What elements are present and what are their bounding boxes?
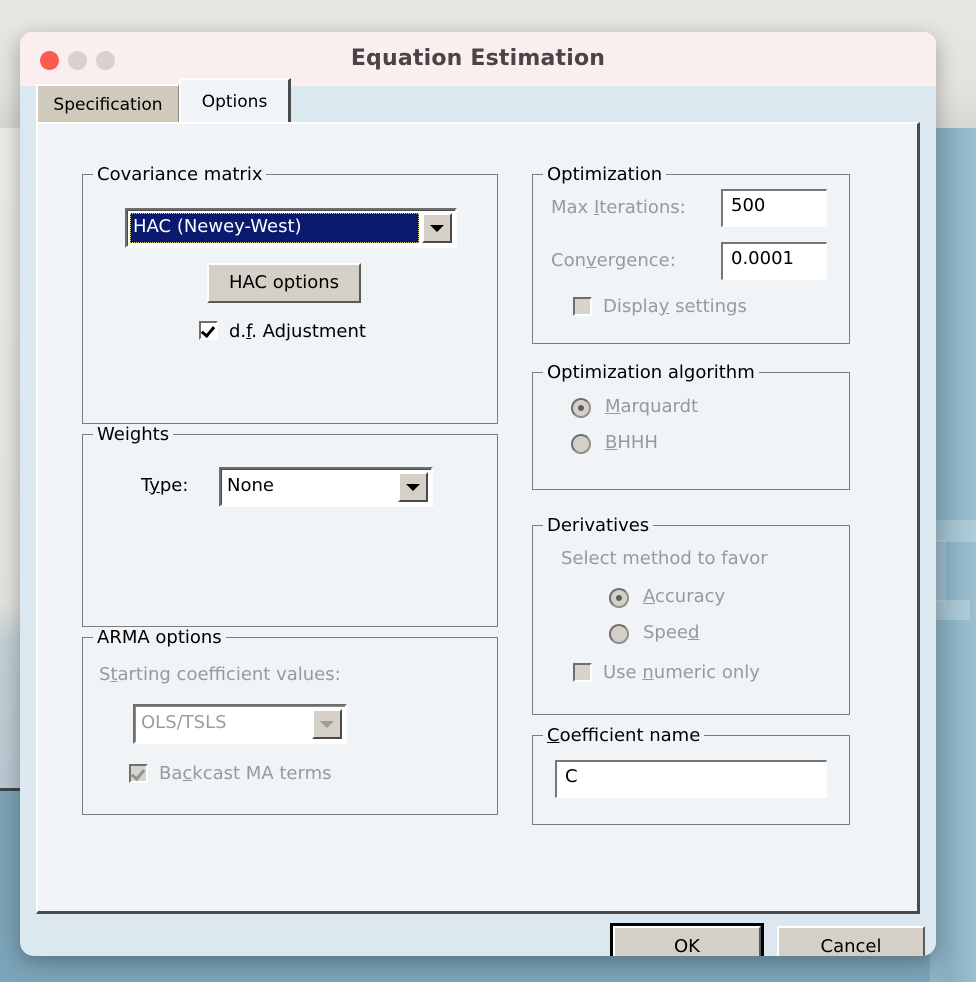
group-label-derivatives: Derivatives	[543, 515, 654, 536]
background-shape-3	[936, 540, 946, 602]
tab-specification[interactable]: Specification	[36, 84, 179, 122]
chevron-down-icon	[312, 709, 342, 739]
options-content: Covariance matrix HAC (Newey-West) HAC o…	[36, 122, 920, 914]
radio-accuracy-label: Accuracy	[643, 586, 726, 607]
radio-bhhh-label: BHHH	[605, 432, 658, 453]
group-label-weights: Weights	[93, 424, 174, 445]
group-optimization: Optimization Max Iterations: 500 Converg…	[532, 164, 850, 344]
chevron-down-icon[interactable]	[422, 213, 452, 243]
radio-speed-label: Speed	[643, 622, 700, 643]
arma-starting-values-label: Starting coefficient values:	[99, 664, 341, 685]
radio-marquardt-label: Marquardt	[605, 396, 699, 417]
weights-type-label: Type:	[141, 475, 189, 496]
tab-options[interactable]: Options	[179, 78, 291, 124]
radio-bhhh	[571, 434, 591, 454]
group-label-covariance-matrix: Covariance matrix	[93, 164, 267, 185]
group-covariance-matrix: Covariance matrix HAC (Newey-West) HAC o…	[82, 164, 498, 424]
cancel-button[interactable]: Cancel	[777, 926, 925, 956]
group-derivatives: Derivatives Select method to favor Accur…	[532, 515, 850, 715]
use-numeric-only-label: Use numeric only	[603, 662, 760, 683]
weights-type-value: None	[227, 475, 274, 496]
title-bar: Equation Estimation	[20, 32, 936, 87]
max-iterations-input[interactable]: 500	[721, 189, 827, 227]
radio-marquardt	[571, 398, 591, 418]
coefficient-name-input[interactable]: C	[555, 760, 827, 798]
equation-estimation-dialog: Equation Estimation Specification Option…	[20, 32, 936, 956]
ok-button[interactable]: OK	[610, 923, 764, 956]
group-optimization-algorithm: Optimization algorithm Marquardt BHHH	[532, 362, 850, 490]
group-label-optimization-algorithm: Optimization algorithm	[543, 362, 759, 383]
radio-accuracy	[609, 588, 629, 608]
background-shape-1	[936, 520, 976, 542]
df-adjustment-label: d.f. Adjustment	[229, 321, 366, 342]
window-title: Equation Estimation	[350, 46, 606, 71]
derivatives-hint: Select method to favor	[561, 548, 768, 569]
arma-starting-values-value: OLS/TSLS	[141, 712, 227, 733]
group-arma-options: ARMA options Starting coefficient values…	[82, 627, 498, 815]
backcast-ma-label: Backcast MA terms	[159, 763, 332, 784]
use-numeric-only-checkbox	[573, 663, 592, 682]
covariance-method-value: HAC (Newey-West)	[130, 213, 419, 243]
df-adjustment-checkbox[interactable]	[199, 321, 218, 340]
group-weights: Weights Type: None	[82, 424, 498, 627]
ok-button-label: OK	[674, 936, 700, 956]
covariance-method-combo[interactable]: HAC (Newey-West)	[125, 208, 457, 248]
convergence-label: Convergence:	[551, 250, 676, 271]
arma-starting-values-combo: OLS/TSLS	[133, 704, 347, 744]
hac-options-button[interactable]: HAC options	[207, 263, 361, 303]
hac-options-button-label: HAC options	[228, 272, 340, 293]
weights-type-combo[interactable]: None	[219, 467, 433, 507]
group-label-arma-options: ARMA options	[93, 627, 226, 648]
chevron-down-icon[interactable]	[398, 472, 428, 502]
group-label-coefficient-name: Coefficient name	[543, 725, 705, 746]
group-label-optimization: Optimization	[543, 164, 667, 185]
dialog-footer: OK Cancel	[20, 914, 936, 956]
display-settings-label: Display settings	[603, 296, 747, 317]
backcast-ma-checkbox	[129, 764, 148, 783]
radio-speed	[609, 624, 629, 644]
max-iterations-label: Max Iterations:	[551, 197, 686, 218]
group-coefficient-name: Coefficient name C	[532, 725, 850, 825]
display-settings-checkbox	[573, 297, 592, 316]
cancel-button-label: Cancel	[820, 936, 882, 956]
background-shape-2	[936, 600, 970, 620]
convergence-input[interactable]: 0.0001	[721, 242, 827, 280]
